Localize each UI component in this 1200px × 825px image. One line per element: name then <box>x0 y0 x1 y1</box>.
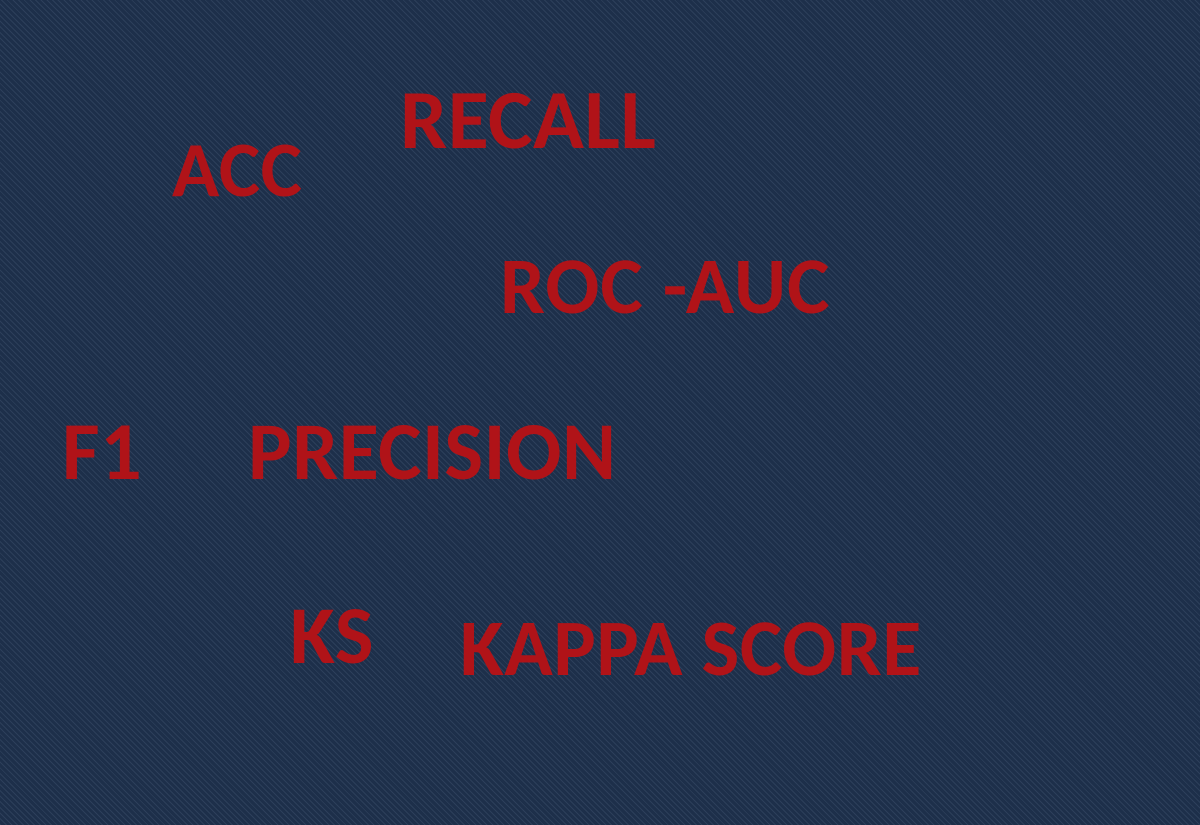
label-roc-auc: ROC -AUC <box>500 238 830 335</box>
label-kappa-score: KAPPA SCORE <box>460 600 922 697</box>
label-acc: ACC <box>172 122 302 217</box>
label-precision: PRECISION <box>248 402 616 502</box>
metrics-word-canvas: RECALL ACC ROC -AUC F1 PRECISION KS KAPP… <box>0 0 1200 825</box>
label-f1: F1 <box>62 402 142 502</box>
label-ks: KS <box>290 586 374 686</box>
label-recall: RECALL <box>400 68 656 171</box>
